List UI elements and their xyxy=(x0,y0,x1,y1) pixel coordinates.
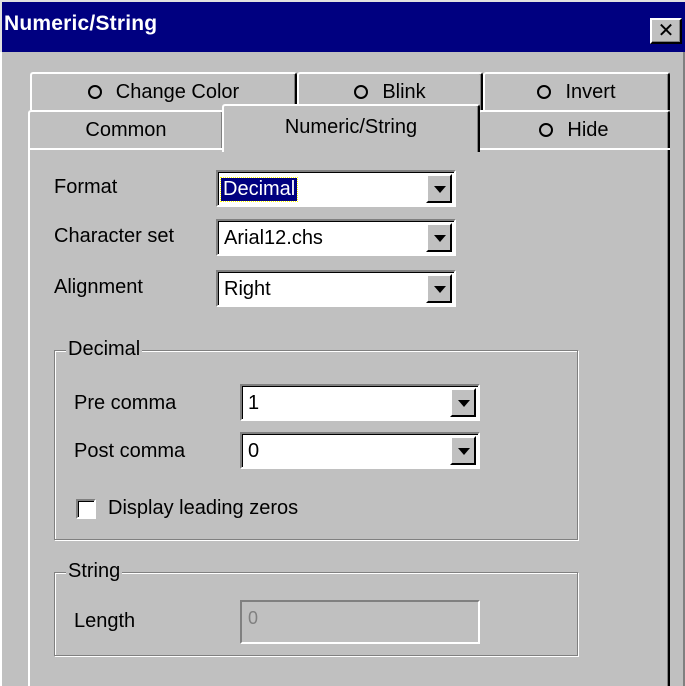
tab-label: Hide xyxy=(567,118,609,141)
dialog-border-left xyxy=(0,52,2,686)
tab-common[interactable]: Common xyxy=(28,110,224,148)
alignment-select[interactable]: Right xyxy=(216,270,456,307)
tab-label: Change Color xyxy=(115,80,240,103)
leading-zeros-label[interactable]: Display leading zeros xyxy=(108,497,298,520)
close-icon: ✕ xyxy=(657,18,675,42)
post-comma-value: 0 xyxy=(248,440,260,462)
radio-icon xyxy=(87,85,102,99)
tab-label: Blink xyxy=(382,80,426,103)
chevron-down-icon[interactable] xyxy=(426,223,452,252)
post-comma-label: Post comma xyxy=(74,440,186,462)
tab-label: Common xyxy=(85,118,167,141)
alignment-value: Right xyxy=(224,278,271,300)
title-bar: Numeric/String ✕ xyxy=(0,0,685,52)
length-label: Length xyxy=(74,610,136,632)
radio-icon xyxy=(539,123,554,137)
tab-label: Invert xyxy=(565,80,616,103)
tab-numeric-string[interactable]: Numeric/String xyxy=(222,104,480,152)
charset-label: Character set xyxy=(54,225,175,247)
charset-value: Arial12.chs xyxy=(224,227,323,249)
panel-top-edge xyxy=(28,148,224,150)
panel-top-edge xyxy=(478,148,670,150)
format-select[interactable]: Decimal xyxy=(216,170,456,207)
string-group-title: String xyxy=(66,560,123,583)
chevron-down-icon[interactable] xyxy=(426,174,452,203)
radio-icon xyxy=(537,85,552,99)
tab-label: Numeric/String xyxy=(284,116,418,138)
length-input: 0 xyxy=(240,600,480,644)
decimal-group-title: Decimal xyxy=(66,338,143,361)
chevron-down-icon[interactable] xyxy=(450,388,476,417)
leading-zeros-checkbox[interactable] xyxy=(76,499,96,519)
post-comma-select[interactable]: 0 xyxy=(240,432,480,469)
length-value: 0 xyxy=(248,608,259,628)
chevron-down-icon[interactable] xyxy=(450,436,476,465)
alignment-label: Alignment xyxy=(54,276,143,298)
tab-invert[interactable]: Invert xyxy=(483,72,670,110)
pre-comma-label: Pre comma xyxy=(74,392,177,414)
format-label: Format xyxy=(54,176,118,198)
format-value: Decimal xyxy=(219,177,299,202)
close-button[interactable]: ✕ xyxy=(650,18,682,44)
radio-icon xyxy=(354,85,369,99)
tab-hide[interactable]: Hide xyxy=(478,110,670,148)
chevron-down-icon[interactable] xyxy=(426,274,452,303)
window-title: Numeric/String xyxy=(4,12,158,35)
charset-select[interactable]: Arial12.chs xyxy=(216,219,456,256)
pre-comma-value: 1 xyxy=(248,392,260,414)
pre-comma-select[interactable]: 1 xyxy=(240,384,480,421)
